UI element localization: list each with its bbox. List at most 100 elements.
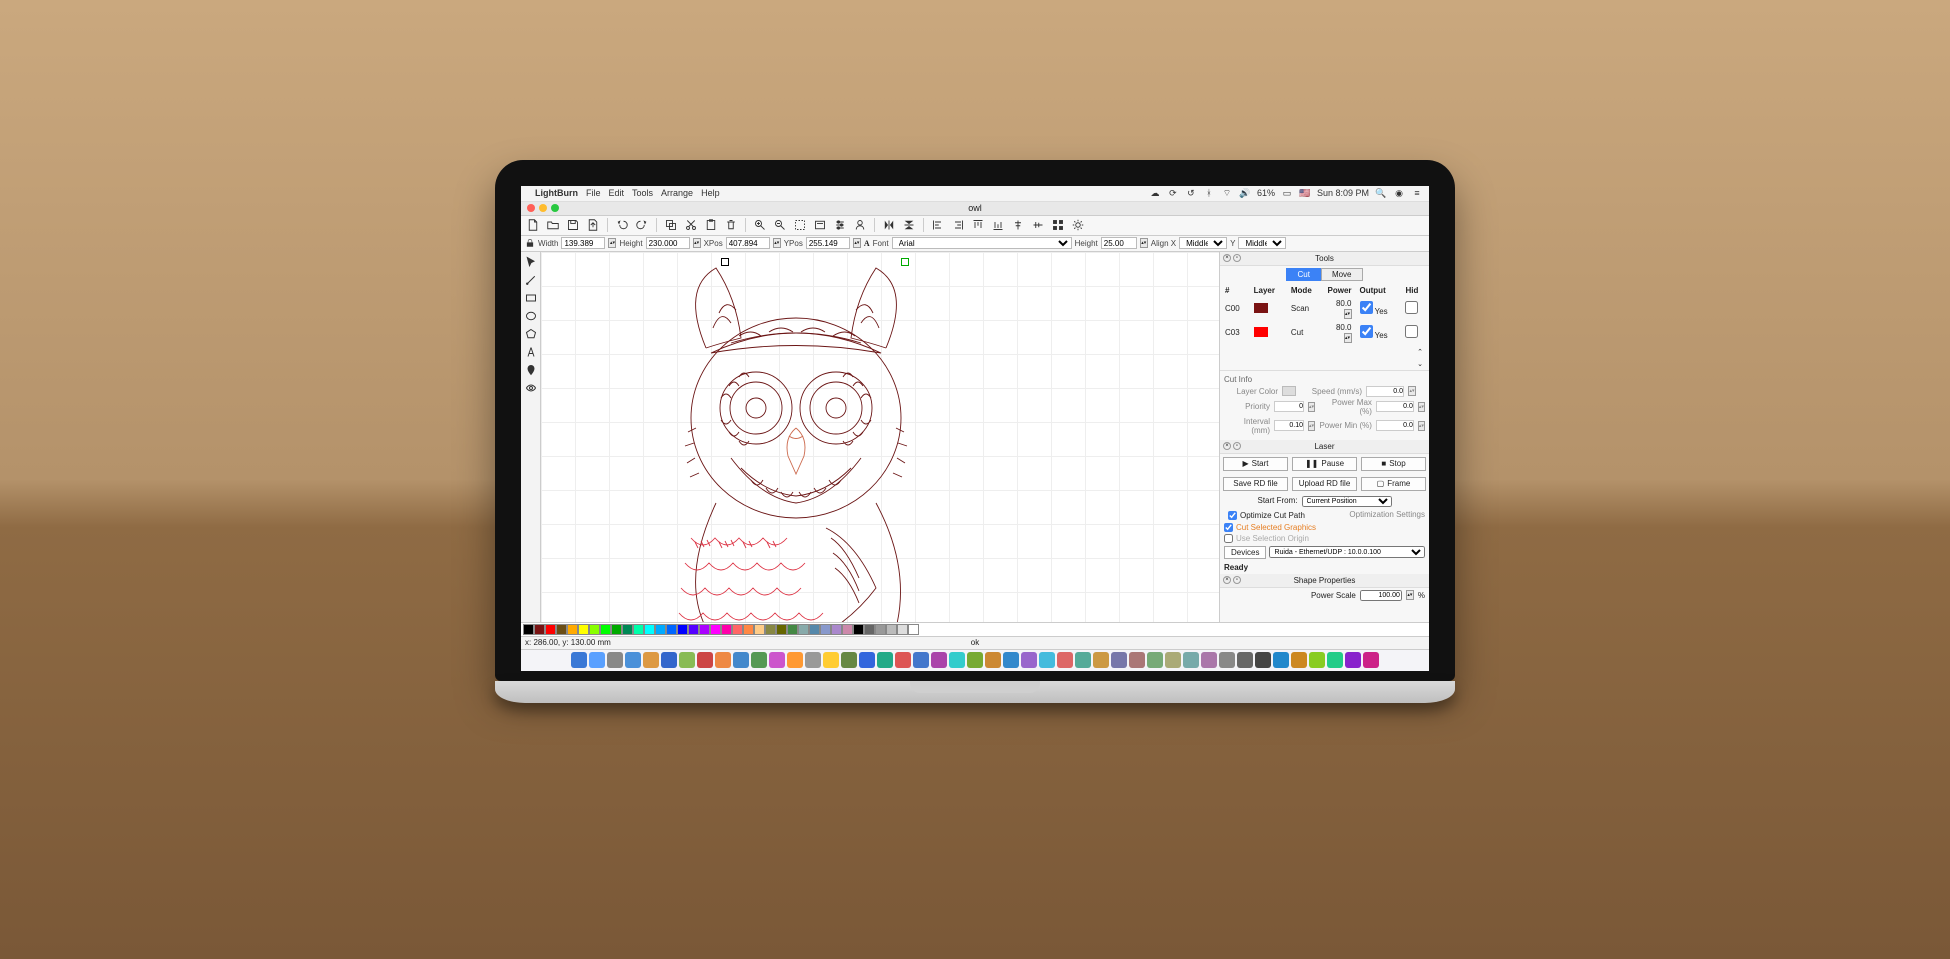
cloud-icon[interactable]: ☁ <box>1149 187 1161 199</box>
close-window-icon[interactable] <box>527 204 535 212</box>
optimize-cut-checkbox[interactable] <box>1228 511 1237 520</box>
palette-swatch[interactable] <box>820 624 831 635</box>
palette-swatch[interactable] <box>545 624 556 635</box>
frame-button[interactable]: ▢ Frame <box>1361 477 1426 491</box>
palette-swatch[interactable] <box>776 624 787 635</box>
pause-button[interactable]: ❚❚ Pause <box>1292 457 1357 471</box>
panel-close-icon[interactable]: × <box>1223 254 1231 262</box>
dock-app-icon[interactable] <box>931 652 947 668</box>
array-grid-button[interactable] <box>1050 217 1066 233</box>
minimize-window-icon[interactable] <box>539 204 547 212</box>
output-checkbox[interactable] <box>1360 325 1373 338</box>
palette-swatch[interactable] <box>523 624 534 635</box>
zoom-frame-button[interactable] <box>792 217 808 233</box>
palette-swatch[interactable] <box>589 624 600 635</box>
dock-app-icon[interactable] <box>571 652 587 668</box>
polygon-tool[interactable] <box>523 326 539 342</box>
dock-app-icon[interactable] <box>1147 652 1163 668</box>
dock-app-icon[interactable] <box>1273 652 1289 668</box>
panel-close-icon[interactable]: × <box>1223 442 1231 450</box>
power-scale-input[interactable] <box>1360 590 1402 601</box>
undo-button[interactable] <box>614 217 630 233</box>
artwork-owl[interactable] <box>621 258 941 622</box>
palette-swatch[interactable] <box>743 624 754 635</box>
mirror-v-button[interactable] <box>901 217 917 233</box>
palette-swatch[interactable] <box>886 624 897 635</box>
dock-app-icon[interactable] <box>1021 652 1037 668</box>
panel-detach-icon[interactable]: ▫ <box>1233 254 1241 262</box>
devices-button[interactable]: Devices <box>1224 546 1266 559</box>
save-rd-button[interactable]: Save RD file <box>1223 477 1288 491</box>
rect-tool[interactable] <box>523 290 539 306</box>
dock-app-icon[interactable] <box>1309 652 1325 668</box>
dock-app-icon[interactable] <box>589 652 605 668</box>
preview-button[interactable] <box>812 217 828 233</box>
dock-app-icon[interactable] <box>1201 652 1217 668</box>
device-settings-button[interactable] <box>852 217 868 233</box>
palette-swatch[interactable] <box>710 624 721 635</box>
dock-app-icon[interactable] <box>751 652 767 668</box>
dock-app-icon[interactable] <box>877 652 893 668</box>
dock-app-icon[interactable] <box>985 652 1001 668</box>
dock-app-icon[interactable] <box>895 652 911 668</box>
wifi-icon[interactable]: ⌔ <box>1221 187 1233 199</box>
notifications-icon[interactable]: ≡ <box>1411 187 1423 199</box>
palette-swatch[interactable] <box>666 624 677 635</box>
palette-swatch[interactable] <box>655 624 666 635</box>
dock-app-icon[interactable] <box>715 652 731 668</box>
layer-row[interactable]: C03 Cut 80.0 ▴▾ Yes <box>1222 322 1427 344</box>
cut-button[interactable] <box>683 217 699 233</box>
interval-input[interactable] <box>1274 420 1304 431</box>
dock-app-icon[interactable] <box>1057 652 1073 668</box>
palette-swatch[interactable] <box>831 624 842 635</box>
output-checkbox[interactable] <box>1360 301 1373 314</box>
fullscreen-window-icon[interactable] <box>551 204 559 212</box>
alignx-select[interactable]: Middle <box>1179 237 1227 249</box>
dock-app-icon[interactable] <box>733 652 749 668</box>
palette-swatch[interactable] <box>556 624 567 635</box>
dock-app-icon[interactable] <box>1111 652 1127 668</box>
canvas[interactable] <box>541 252 1219 622</box>
line-tool[interactable] <box>523 272 539 288</box>
dock-app-icon[interactable] <box>913 652 929 668</box>
optimization-settings-link[interactable]: Optimization Settings <box>1349 510 1425 521</box>
delete-button[interactable] <box>723 217 739 233</box>
dock-app-icon[interactable] <box>805 652 821 668</box>
palette-swatch[interactable] <box>567 624 578 635</box>
palette-swatch[interactable] <box>765 624 776 635</box>
dock-app-icon[interactable] <box>679 652 695 668</box>
panel-detach-icon[interactable]: ▫ <box>1233 576 1241 584</box>
tab-move[interactable]: Move <box>1321 268 1363 281</box>
hide-checkbox[interactable] <box>1405 301 1418 314</box>
text-height-input[interactable] <box>1101 237 1137 249</box>
dock-app-icon[interactable] <box>859 652 875 668</box>
hide-checkbox[interactable] <box>1405 325 1418 338</box>
xpos-input[interactable] <box>726 237 770 249</box>
save-button[interactable] <box>565 217 581 233</box>
ypos-input[interactable] <box>806 237 850 249</box>
palette-swatch[interactable] <box>798 624 809 635</box>
palette-swatch[interactable] <box>853 624 864 635</box>
speed-input[interactable] <box>1366 386 1404 397</box>
import-button[interactable] <box>585 217 601 233</box>
text-tool[interactable] <box>523 344 539 360</box>
dock-app-icon[interactable] <box>1093 652 1109 668</box>
palette-swatch[interactable] <box>688 624 699 635</box>
align-right-button[interactable] <box>950 217 966 233</box>
palette-swatch[interactable] <box>534 624 545 635</box>
dock-app-icon[interactable] <box>1219 652 1235 668</box>
dock-app-icon[interactable] <box>643 652 659 668</box>
dock-app-icon[interactable] <box>1165 652 1181 668</box>
lock-icon[interactable] <box>525 238 535 248</box>
bluetooth-icon[interactable]: ᚼ <box>1203 187 1215 199</box>
aligny-select[interactable]: Middle <box>1238 237 1286 249</box>
position-tool[interactable] <box>523 362 539 378</box>
align-center-v-button[interactable] <box>1010 217 1026 233</box>
palette-swatch[interactable] <box>699 624 710 635</box>
palette-swatch[interactable] <box>622 624 633 635</box>
align-top-button[interactable] <box>970 217 986 233</box>
dock-app-icon[interactable] <box>607 652 623 668</box>
palette-swatch[interactable] <box>721 624 732 635</box>
align-center-h-button[interactable] <box>1030 217 1046 233</box>
spotlight-icon[interactable]: 🔍 <box>1375 187 1387 199</box>
